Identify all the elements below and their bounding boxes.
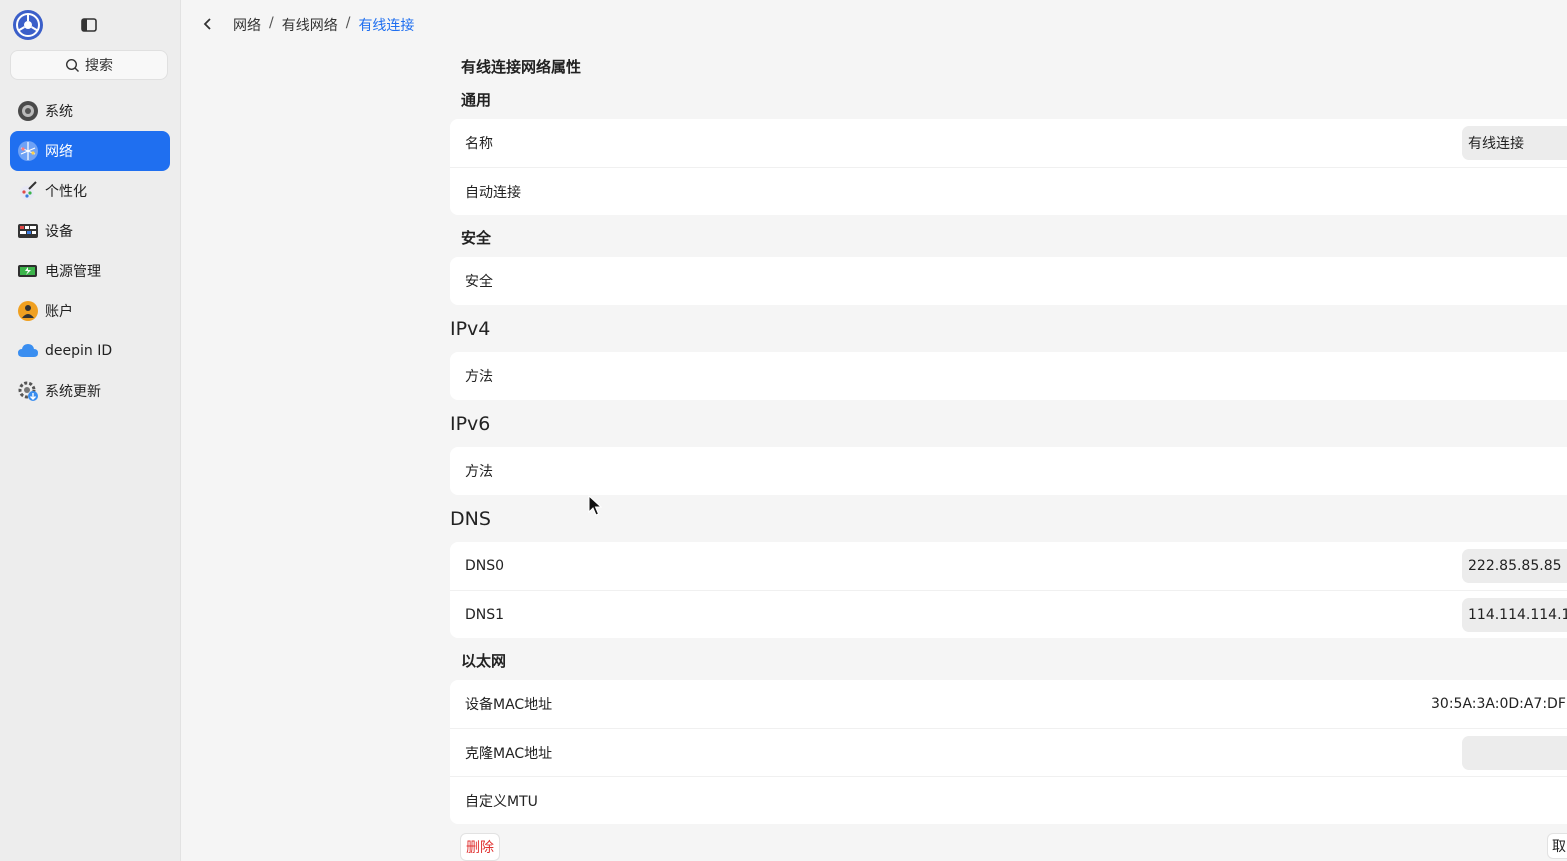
search-input[interactable]: 搜索 bbox=[10, 50, 168, 80]
auto-connect-label: 自动连接 bbox=[465, 184, 521, 201]
sidebar-item-account[interactable]: 账户 bbox=[10, 291, 170, 331]
breadcrumb-network[interactable]: 网络 bbox=[233, 15, 261, 35]
account-icon bbox=[18, 301, 38, 321]
breadcrumb-wired-connection: 有线连接 bbox=[358, 18, 415, 34]
ipv6-heading: IPv6 bbox=[450, 413, 491, 435]
sidebar-item-power[interactable]: 电源管理 bbox=[10, 251, 170, 291]
breadcrumb-wired-network[interactable]: 有线网络 bbox=[282, 15, 338, 35]
ipv4-heading: IPv4 bbox=[450, 318, 491, 340]
mouse-cursor-icon bbox=[588, 495, 603, 516]
device-mac-row: 设备MAC地址 30:5A:3A:0D:A7:DF (e bbox=[450, 680, 1567, 728]
sidebar-item-label: 个性化 bbox=[45, 184, 87, 200]
sidebar-item-system-update[interactable]: 系统更新 bbox=[10, 371, 170, 411]
name-row: 名称 bbox=[450, 119, 1567, 167]
general-card: 名称 自动连接 bbox=[450, 119, 1567, 215]
control-center-logo-icon bbox=[13, 10, 43, 40]
dns0-label: DNS0 bbox=[465, 558, 505, 574]
sidebar-item-device[interactable]: 设备 bbox=[10, 211, 170, 251]
clone-mac-row: 克隆MAC地址 bbox=[450, 728, 1567, 776]
ipv4-method-label: 方法 bbox=[465, 369, 493, 385]
system-icon bbox=[18, 101, 38, 121]
mtu-label: 自定义MTU bbox=[465, 793, 538, 810]
device-mac-label: 设备MAC地址 bbox=[465, 697, 553, 713]
personalization-icon bbox=[20, 181, 37, 200]
dns-card: DNS0 DNS1 bbox=[450, 542, 1567, 638]
search-placeholder: 搜索 bbox=[85, 58, 113, 74]
search-icon bbox=[65, 58, 79, 72]
breadcrumb-separator: / bbox=[345, 15, 351, 31]
name-input[interactable] bbox=[1462, 126, 1567, 160]
device-mac-select[interactable]: 30:5A:3A:0D:A7:DF (e bbox=[1431, 696, 1567, 712]
sidebar-item-label: 电源管理 bbox=[45, 264, 101, 280]
security-heading: 安全 bbox=[461, 229, 492, 247]
back-arrow-icon[interactable] bbox=[199, 14, 217, 34]
dns0-input[interactable] bbox=[1462, 549, 1567, 583]
ipv6-method-row: 方法 bbox=[450, 447, 1567, 495]
dns-heading: DNS bbox=[450, 508, 491, 530]
general-heading: 通用 bbox=[461, 91, 492, 109]
page-title: 有线连接网络属性 bbox=[461, 58, 582, 76]
dns0-row: DNS0 bbox=[450, 542, 1567, 590]
sidebar-item-label: 网络 bbox=[45, 144, 73, 160]
sidebar-item-label: 系统更新 bbox=[45, 384, 101, 400]
cloud-icon bbox=[18, 344, 38, 357]
delete-button[interactable]: 删除 bbox=[460, 833, 500, 861]
security-row: 安全 bbox=[450, 257, 1567, 305]
sidebar-item-personalization[interactable]: 个性化 bbox=[10, 171, 170, 211]
name-label: 名称 bbox=[465, 136, 493, 152]
sidebar-item-system[interactable]: 系统 bbox=[10, 91, 170, 131]
network-icon bbox=[18, 141, 38, 161]
power-icon bbox=[18, 265, 37, 277]
ethernet-card: 设备MAC地址 30:5A:3A:0D:A7:DF (e 克隆MAC地址 自定义… bbox=[450, 680, 1567, 824]
sidebar-item-label: 账户 bbox=[45, 304, 73, 320]
clone-mac-input[interactable] bbox=[1462, 736, 1567, 770]
sidebar-item-network[interactable]: 网络 bbox=[10, 131, 170, 171]
dns1-row: DNS1 bbox=[450, 590, 1567, 638]
sidebar-item-deepin-id[interactable]: deepin ID bbox=[10, 331, 170, 371]
update-icon bbox=[18, 381, 38, 401]
ipv4-card: 方法 bbox=[450, 352, 1567, 400]
security-card: 安全 bbox=[450, 257, 1567, 305]
cancel-button[interactable]: 取 bbox=[1547, 833, 1567, 859]
auto-connect-row: 自动连接 bbox=[450, 167, 1567, 215]
mtu-row: 自定义MTU bbox=[450, 776, 1567, 824]
connection-properties: 有线连接网络属性 通用 名称 自动连接 安全 安全 IPv4 方法 IPv6 方… bbox=[450, 0, 1567, 861]
sidebar-nav: 系统 网络 个性化 设备 电源管理 账户 deepin ID 系统更新 bbox=[10, 91, 170, 411]
dns1-input[interactable] bbox=[1462, 598, 1567, 632]
sidebar-item-label: deepin ID bbox=[45, 343, 113, 359]
ethernet-heading: 以太网 bbox=[461, 652, 507, 670]
device-icon bbox=[18, 224, 38, 238]
ipv4-method-row: 方法 bbox=[450, 352, 1567, 400]
ipv6-method-label: 方法 bbox=[465, 464, 493, 480]
breadcrumb-separator: / bbox=[269, 15, 274, 31]
breadcrumb: 网络 / 有线网络 / 有线连接 bbox=[233, 15, 414, 35]
sidebar: 搜索 系统 网络 个性化 设备 电源管理 账户 deepin ID 系统更新 bbox=[0, 0, 181, 861]
sidebar-item-label: 设备 bbox=[45, 224, 73, 240]
sidebar-item-label: 系统 bbox=[45, 104, 73, 120]
dns1-label: DNS1 bbox=[465, 606, 505, 623]
sidebar-toggle-icon[interactable] bbox=[80, 16, 98, 34]
clone-mac-label: 克隆MAC地址 bbox=[465, 745, 553, 762]
security-label: 安全 bbox=[465, 274, 493, 290]
ipv6-card: 方法 bbox=[450, 447, 1567, 495]
